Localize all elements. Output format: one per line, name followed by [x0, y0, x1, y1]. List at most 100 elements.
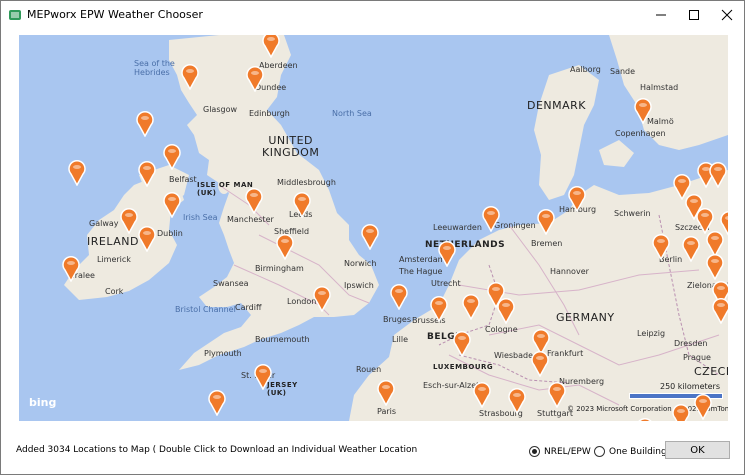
minimize-button[interactable]: [644, 1, 677, 29]
weather-location-pin[interactable]: [651, 233, 671, 260]
window-title: MEPworx EPW Weather Chooser: [27, 8, 203, 21]
weather-location-pin[interactable]: [429, 295, 449, 322]
label-utrecht: Utrecht: [431, 279, 461, 288]
label-glasgow: Glasgow: [203, 105, 238, 114]
label-luxembourg: LUXEMBOURG: [433, 363, 494, 371]
label-swansea: Swansea: [213, 279, 249, 288]
weather-location-pin[interactable]: [452, 330, 472, 357]
label-bristol-channel: Bristol Channel: [175, 305, 236, 314]
weather-location-pin[interactable]: [437, 240, 457, 267]
label-norwich: Norwich: [344, 259, 377, 268]
label-leipzig: Leipzig: [637, 329, 666, 338]
weather-location-pin[interactable]: [472, 381, 492, 408]
app-logo-icon: [9, 10, 21, 20]
label-galway: Galway: [89, 219, 119, 228]
weather-location-pin[interactable]: [253, 363, 273, 390]
weather-location-pin[interactable]: [292, 191, 312, 218]
weather-location-pin[interactable]: [67, 159, 87, 186]
label-north-sea: North Sea: [332, 109, 372, 118]
maximize-button[interactable]: [677, 1, 710, 29]
scale-label: 250 kilometers: [659, 382, 720, 391]
label-cologne: Cologne: [485, 325, 518, 334]
close-button[interactable]: [710, 1, 743, 29]
label-cork: Cork: [105, 287, 124, 296]
weather-location-pin[interactable]: [261, 35, 281, 58]
weather-location-pin[interactable]: [567, 185, 587, 212]
label-czech: CZECH: [694, 365, 728, 378]
weather-map[interactable]: Sea of the Hebrides Aberdeen Dundee Glas…: [19, 35, 728, 421]
label-schwerin: Schwerin: [614, 209, 651, 218]
label-sea-of-hebrides: Sea of the Hebrides: [134, 59, 175, 77]
weather-location-pin[interactable]: [162, 143, 182, 170]
label-prague: Prague: [683, 353, 711, 362]
label-frankfurt: Frankfurt: [547, 349, 584, 358]
weather-location-pin[interactable]: [708, 161, 728, 188]
label-bruges: Bruges: [383, 315, 412, 324]
label-hanover: Hannover: [550, 267, 589, 276]
radio-one-building-dot[interactable]: [594, 446, 605, 457]
weather-location-pin[interactable]: [119, 207, 139, 234]
weather-location-pin[interactable]: [711, 297, 728, 324]
weather-location-pin[interactable]: [180, 63, 200, 90]
weather-location-pin[interactable]: [547, 381, 567, 408]
label-aalborg: Aalborg: [570, 65, 601, 74]
radio-one-building-label: One Building: [609, 446, 667, 457]
weather-location-pin[interactable]: [681, 235, 701, 262]
weather-location-pin[interactable]: [530, 350, 550, 377]
maximize-icon: [688, 10, 699, 20]
weather-location-pin[interactable]: [389, 283, 409, 310]
label-united-kingdom: UNITED KINGDOM: [262, 134, 320, 159]
label-ipswich: Ipswich: [344, 281, 374, 290]
radio-one-building[interactable]: One Building: [594, 446, 667, 457]
weather-location-pin[interactable]: [633, 97, 653, 124]
title-bar[interactable]: MEPworx EPW Weather Chooser: [1, 1, 744, 29]
weather-location-pin[interactable]: [61, 255, 81, 282]
weather-location-pin[interactable]: [693, 393, 713, 420]
weather-location-pin[interactable]: [162, 191, 182, 218]
weather-location-pin[interactable]: [207, 389, 227, 416]
radio-nrel-epw-dot[interactable]: [529, 446, 540, 457]
weather-location-pin[interactable]: [245, 65, 265, 92]
label-the-hague: The Hague: [399, 267, 443, 276]
weather-location-pin[interactable]: [312, 285, 332, 312]
label-irish-sea: Irish Sea: [183, 213, 218, 222]
label-manchester: Manchester: [227, 215, 274, 224]
weather-location-pin[interactable]: [671, 403, 691, 421]
weather-location-pin[interactable]: [461, 293, 481, 320]
bing-logo: bing: [29, 396, 57, 409]
weather-location-pin[interactable]: [496, 297, 516, 324]
label-middlesbrough: Middlesbrough: [277, 178, 336, 187]
label-dublin: Dublin: [157, 229, 183, 238]
label-edinburgh: Edinburgh: [249, 109, 290, 118]
label-halmstad: Halmstad: [640, 83, 679, 92]
label-birmingham: Birmingham: [255, 264, 304, 273]
weather-location-pin[interactable]: [275, 233, 295, 260]
weather-location-pin[interactable]: [137, 225, 157, 252]
label-plymouth: Plymouth: [204, 349, 242, 358]
weather-location-pin[interactable]: [635, 417, 655, 421]
label-cardiff: Cardiff: [235, 303, 262, 312]
radio-nrel-epw[interactable]: NREL/EPW: [529, 446, 591, 457]
label-sande: Sande: [610, 67, 636, 76]
label-lille: Lille: [392, 335, 409, 344]
minimize-icon: [655, 14, 666, 16]
weather-location-pin[interactable]: [360, 223, 380, 250]
label-copenhagen: Copenhagen: [615, 129, 666, 138]
weather-location-pin[interactable]: [137, 160, 157, 187]
weather-location-pin[interactable]: [244, 187, 264, 214]
label-limerick: Limerick: [97, 255, 131, 264]
weather-location-pin[interactable]: [536, 208, 556, 235]
weather-location-pin[interactable]: [376, 379, 396, 406]
weather-location-pin[interactable]: [135, 110, 155, 137]
weather-chooser-window: MEPworx EPW Weather Chooser Sea of the H…: [0, 0, 745, 475]
status-text: Added 3034 Locations to Map ( Double Cli…: [16, 445, 418, 455]
close-icon: [721, 9, 732, 21]
weather-location-pin[interactable]: [507, 387, 527, 414]
label-bournemouth: Bournemouth: [255, 335, 310, 344]
weather-location-pin[interactable]: [481, 205, 501, 232]
ok-button[interactable]: OK: [665, 441, 730, 459]
label-ireland: IRELAND: [87, 235, 139, 248]
weather-location-pin[interactable]: [705, 253, 725, 280]
label-dresden: Dresden: [674, 339, 708, 348]
label-leeuwarden: Leeuwarden: [433, 223, 482, 232]
